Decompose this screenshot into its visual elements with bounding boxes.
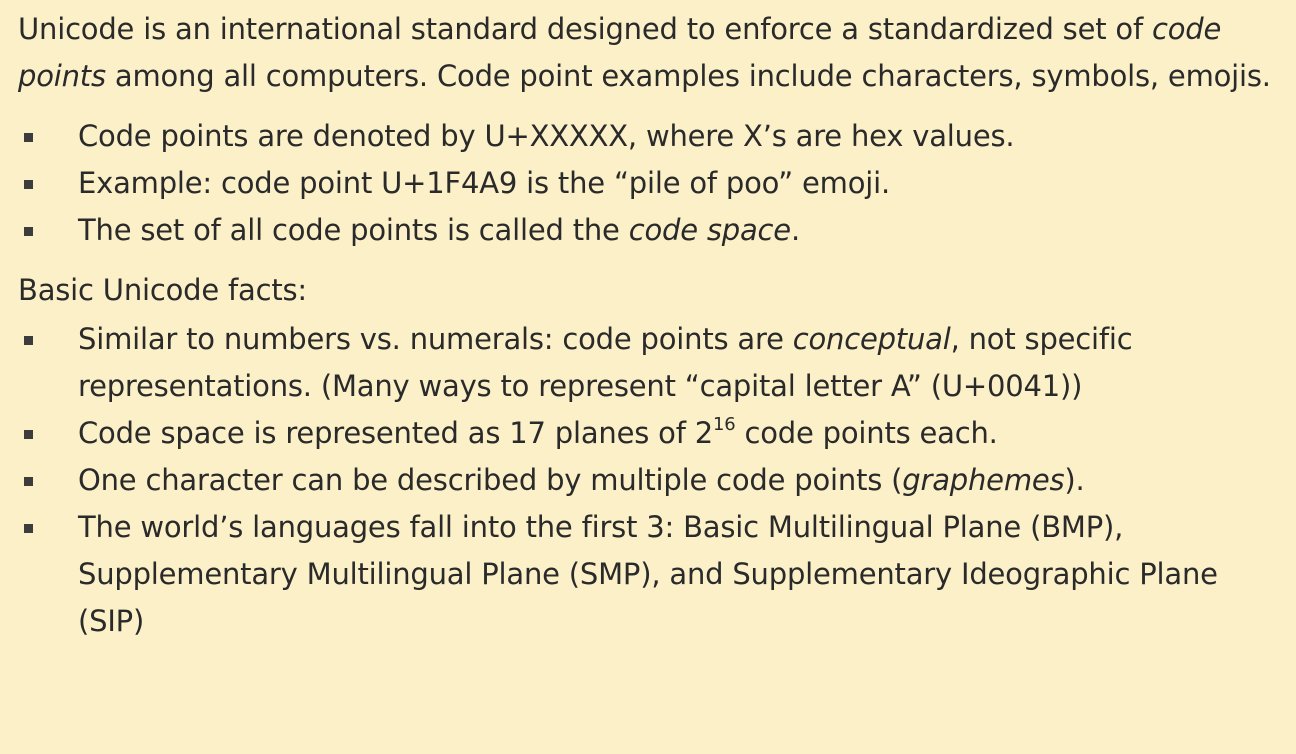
unicode-slide: Unicode is an international standard des… bbox=[0, 0, 1296, 754]
power-base: 2 bbox=[694, 416, 714, 450]
code-point-notation-text: Code points are denoted by U+XXXXX, wher… bbox=[78, 119, 1015, 153]
graphemes-emphasis: graphemes bbox=[902, 463, 1065, 497]
basic-facts-heading: Basic Unicode facts: bbox=[18, 273, 307, 307]
conceptual-emphasis: conceptual bbox=[792, 322, 951, 356]
code-point-bullet-list: Code points are denoted by U+XXXXX, wher… bbox=[18, 113, 1282, 254]
world-languages-item: The world’s languages fall into the firs… bbox=[18, 504, 1282, 645]
code-space-planes-text-end: code points each. bbox=[735, 416, 998, 450]
intro-text-end: among all computers. Code point examples… bbox=[105, 59, 1271, 93]
code-point-example-item: Example: code point U+1F4A9 is the “pile… bbox=[18, 160, 1282, 207]
code-space-text-start: The set of all code points is called the bbox=[78, 213, 629, 247]
power-exponent: 16 bbox=[713, 414, 736, 436]
graphemes-text-start: One character can be described by multip… bbox=[78, 463, 903, 497]
code-space-definition-item: The set of all code points is called the… bbox=[18, 207, 1282, 254]
power-expression: 216 bbox=[695, 416, 736, 450]
conceptual-text-start: Similar to numbers vs. numerals: code po… bbox=[78, 322, 793, 356]
conceptual-code-points-item: Similar to numbers vs. numerals: code po… bbox=[18, 316, 1282, 410]
world-languages-text: The world’s languages fall into the firs… bbox=[78, 510, 1218, 638]
graphemes-item: One character can be described by multip… bbox=[18, 457, 1282, 504]
basic-facts-bullet-list: Similar to numbers vs. numerals: code po… bbox=[18, 316, 1282, 645]
code-space-emphasis: code space bbox=[628, 213, 791, 247]
code-space-text-end: . bbox=[790, 213, 800, 247]
intro-text-start: Unicode is an international standard des… bbox=[18, 12, 1152, 46]
code-point-notation-item: Code points are denoted by U+XXXXX, wher… bbox=[18, 113, 1282, 160]
intro-paragraph: Unicode is an international standard des… bbox=[18, 6, 1282, 100]
code-space-planes-item: Code space is represented as 17 planes o… bbox=[18, 410, 1282, 457]
code-point-example-text: Example: code point U+1F4A9 is the “pile… bbox=[78, 166, 890, 200]
graphemes-text-end: ). bbox=[1064, 463, 1085, 497]
code-space-planes-text-start: Code space is represented as 17 planes o… bbox=[78, 416, 695, 450]
